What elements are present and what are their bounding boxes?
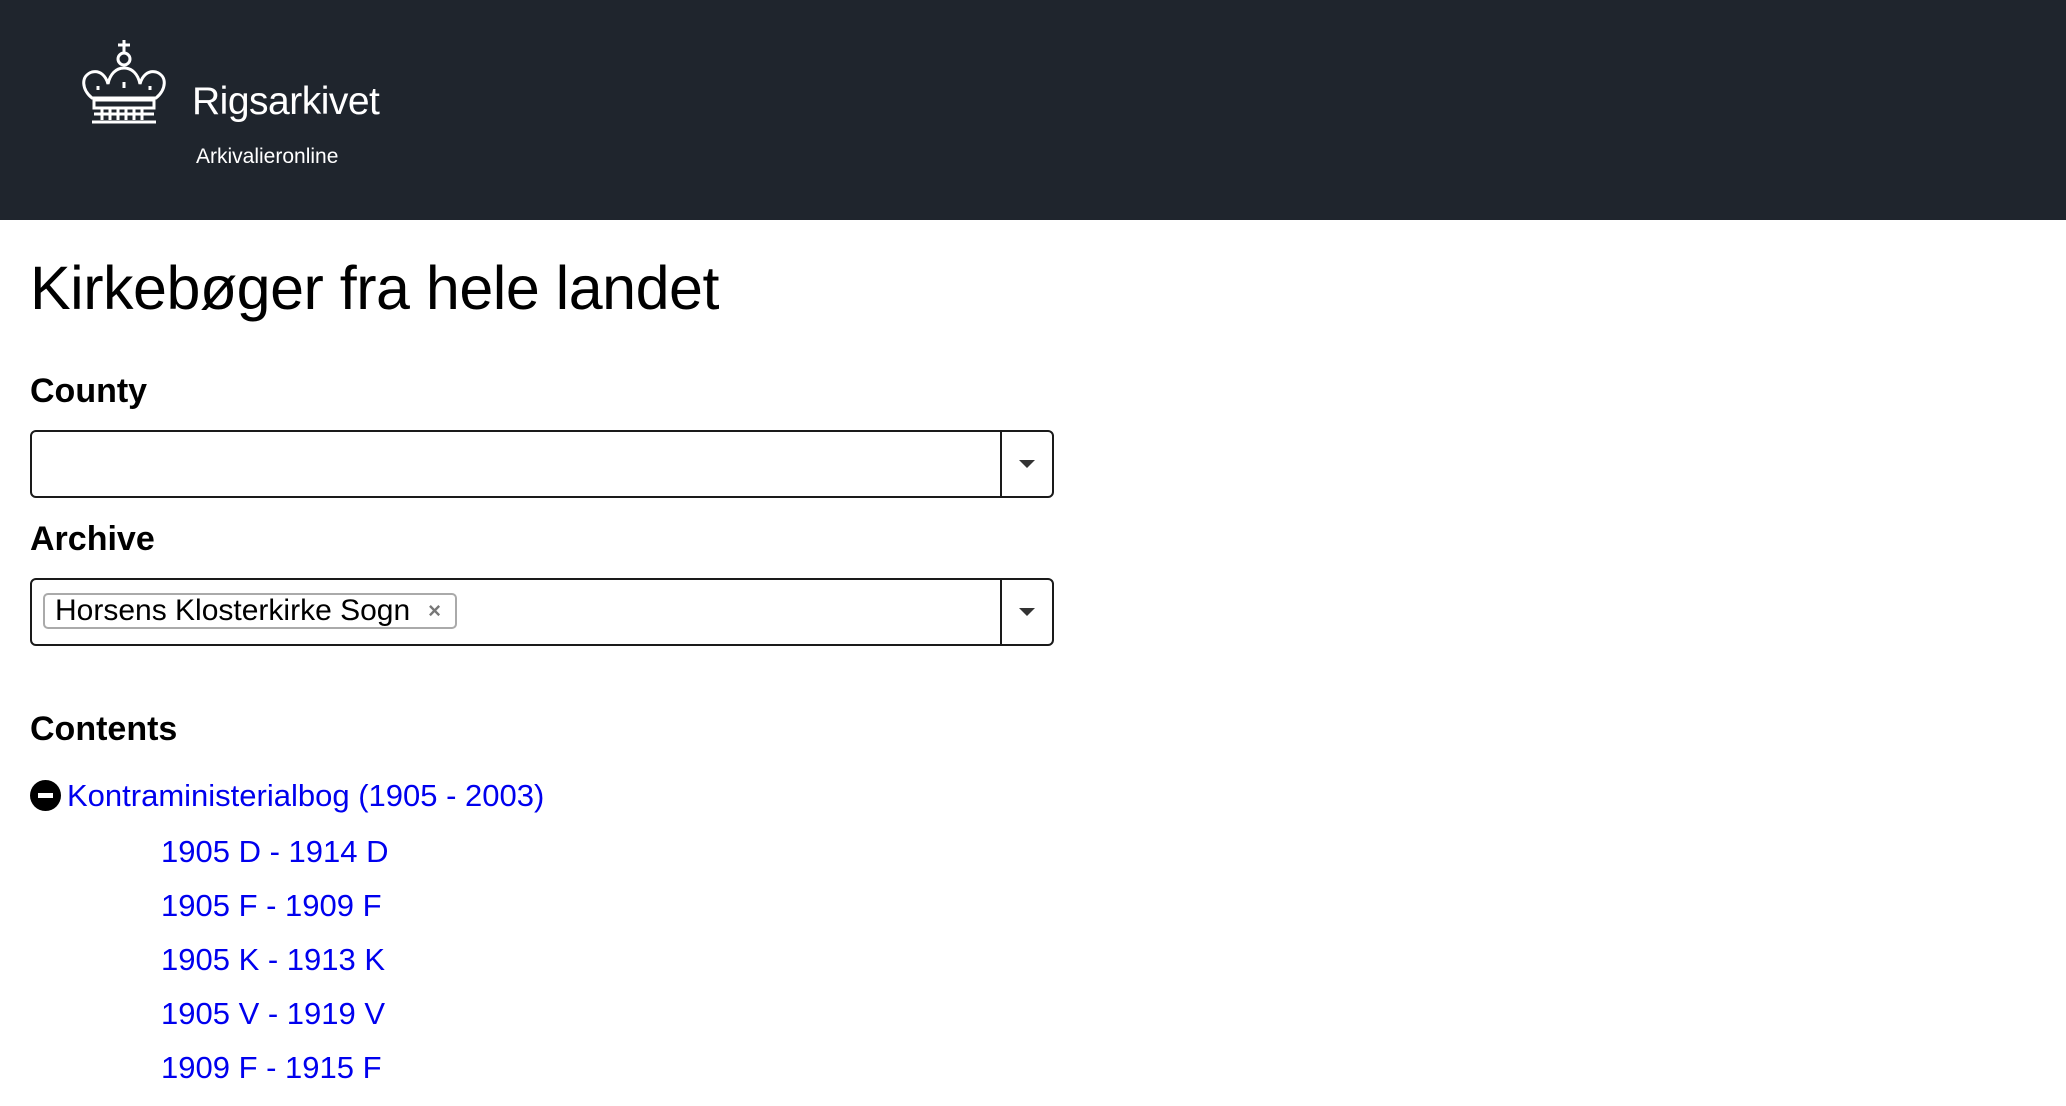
site-header: Rigsarkivet Arkivalieronline <box>0 0 2066 220</box>
tree-children: 1905 D - 1914 D 1905 F - 1909 F 1905 K -… <box>161 836 388 1106</box>
list-item: 1909 F - 1915 F <box>161 1052 388 1106</box>
tree-root-item: Kontraministerialbog (1905 - 2003) <box>30 780 544 811</box>
child-link[interactable]: 1905 D - 1914 D <box>161 834 388 869</box>
collapse-icon[interactable] <box>30 780 61 811</box>
archive-label: Archive <box>30 520 155 558</box>
list-item: 1905 V - 1919 V <box>161 998 388 1052</box>
tree-root-link[interactable]: Kontraministerialbog (1905 - 2003) <box>67 780 544 811</box>
child-link[interactable]: 1905 K - 1913 K <box>161 942 385 977</box>
list-item: 1905 K - 1913 K <box>161 944 388 998</box>
county-select[interactable] <box>30 430 1054 498</box>
county-label: County <box>30 372 148 410</box>
brand-name[interactable]: Rigsarkivet <box>192 82 380 121</box>
list-item: 1905 F - 1909 F <box>161 890 388 944</box>
archive-select[interactable]: Horsens Klosterkirke Sogn × <box>30 578 1054 646</box>
contents-label: Contents <box>30 710 178 748</box>
page-title: Kirkebøger fra hele landet <box>30 254 719 322</box>
remove-tag-icon[interactable]: × <box>428 598 441 624</box>
county-select-divider <box>1000 432 1002 496</box>
archive-select-divider <box>1000 580 1002 644</box>
selected-archive-tag-label: Horsens Klosterkirke Sogn <box>55 594 411 627</box>
brand-subtitle[interactable]: Arkivalieronline <box>196 146 338 167</box>
list-item: 1905 D - 1914 D <box>161 836 388 890</box>
crown-icon[interactable] <box>78 38 170 128</box>
chevron-down-icon[interactable] <box>1019 460 1035 468</box>
chevron-down-icon[interactable] <box>1019 608 1035 616</box>
child-link[interactable]: 1905 V - 1919 V <box>161 996 385 1031</box>
selected-archive-tag: Horsens Klosterkirke Sogn × <box>43 593 458 629</box>
child-link[interactable]: 1905 F - 1909 F <box>161 888 382 923</box>
child-link[interactable]: 1909 F - 1915 F <box>161 1050 382 1085</box>
